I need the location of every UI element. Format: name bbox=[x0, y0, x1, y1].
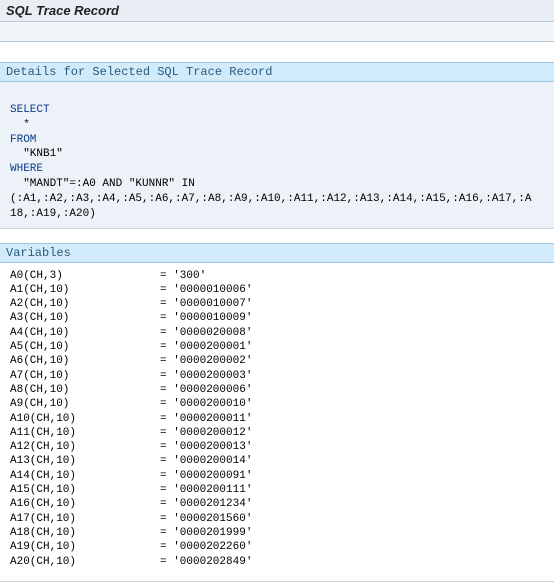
variable-row: A5(CH,10)= '0000200001' bbox=[10, 340, 544, 354]
variable-name: A5(CH,10) bbox=[10, 340, 160, 354]
variable-value: = '0000020008' bbox=[160, 326, 544, 340]
variable-name: A15(CH,10) bbox=[10, 483, 160, 497]
variable-row: A10(CH,10)= '0000200011' bbox=[10, 412, 544, 426]
variable-name: A1(CH,10) bbox=[10, 283, 160, 297]
spacer bbox=[0, 42, 554, 62]
sql-from-table: "KNB1" bbox=[10, 148, 63, 160]
variable-row: A3(CH,10)= '0000010009' bbox=[10, 311, 544, 325]
variable-name: A20(CH,10) bbox=[10, 555, 160, 569]
variable-value: = '0000202849' bbox=[160, 555, 544, 569]
variables-section-header: Variables bbox=[0, 243, 554, 263]
variable-row: A0(CH,3)= '300' bbox=[10, 269, 544, 283]
variable-name: A11(CH,10) bbox=[10, 426, 160, 440]
variable-value: = '0000010009' bbox=[160, 311, 544, 325]
variable-name: A10(CH,10) bbox=[10, 412, 160, 426]
variable-value: = '0000200091' bbox=[160, 469, 544, 483]
variable-row: A7(CH,10)= '0000200003' bbox=[10, 369, 544, 383]
variable-value: = '0000200006' bbox=[160, 383, 544, 397]
variable-value: = '0000200013' bbox=[160, 440, 544, 454]
variable-name: A7(CH,10) bbox=[10, 369, 160, 383]
variable-value: = '0000010007' bbox=[160, 297, 544, 311]
variable-name: A13(CH,10) bbox=[10, 454, 160, 468]
variable-value: = '0000202260' bbox=[160, 540, 544, 554]
sql-from-kw: FROM bbox=[10, 134, 36, 146]
variable-name: A6(CH,10) bbox=[10, 354, 160, 368]
variable-value: = '0000201560' bbox=[160, 512, 544, 526]
sql-statement: SELECT * FROM "KNB1" WHERE "MANDT"=:A0 A… bbox=[0, 82, 554, 229]
variable-name: A9(CH,10) bbox=[10, 397, 160, 411]
variable-row: A8(CH,10)= '0000200006' bbox=[10, 383, 544, 397]
variable-name: A18(CH,10) bbox=[10, 526, 160, 540]
variable-value: = '0000200111' bbox=[160, 483, 544, 497]
variable-row: A4(CH,10)= '0000020008' bbox=[10, 326, 544, 340]
variable-name: A2(CH,10) bbox=[10, 297, 160, 311]
variable-name: A19(CH,10) bbox=[10, 540, 160, 554]
variable-row: A20(CH,10)= '0000202849' bbox=[10, 555, 544, 569]
variable-row: A19(CH,10)= '0000202260' bbox=[10, 540, 544, 554]
toolbar bbox=[0, 22, 554, 42]
variables-section-title: Variables bbox=[6, 246, 71, 260]
variable-name: A17(CH,10) bbox=[10, 512, 160, 526]
variable-row: A17(CH,10)= '0000201560' bbox=[10, 512, 544, 526]
details-section-header: Details for Selected SQL Trace Record bbox=[0, 62, 554, 82]
window-titlebar: SQL Trace Record bbox=[0, 0, 554, 22]
variable-value: = '0000201234' bbox=[160, 497, 544, 511]
variable-row: A13(CH,10)= '0000200014' bbox=[10, 454, 544, 468]
variable-name: A8(CH,10) bbox=[10, 383, 160, 397]
variable-row: A11(CH,10)= '0000200012' bbox=[10, 426, 544, 440]
window-title: SQL Trace Record bbox=[6, 3, 119, 18]
variable-name: A3(CH,10) bbox=[10, 311, 160, 325]
variables-list: A0(CH,3)= '300'A1(CH,10)= '0000010006'A2… bbox=[0, 263, 554, 581]
details-section-title: Details for Selected SQL Trace Record bbox=[6, 65, 272, 79]
variable-row: A18(CH,10)= '0000201999' bbox=[10, 526, 544, 540]
variable-row: A16(CH,10)= '0000201234' bbox=[10, 497, 544, 511]
variable-row: A15(CH,10)= '0000200111' bbox=[10, 483, 544, 497]
variable-row: A14(CH,10)= '0000200091' bbox=[10, 469, 544, 483]
sql-where-line2: (:A1,:A2,:A3,:A4,:A5,:A6,:A7,:A8,:A9,:A1… bbox=[10, 193, 532, 205]
variable-value: = '0000201999' bbox=[160, 526, 544, 540]
variable-name: A14(CH,10) bbox=[10, 469, 160, 483]
variable-value: = '300' bbox=[160, 269, 544, 283]
sql-where-line1: "MANDT"=:A0 AND "KUNNR" IN bbox=[10, 178, 195, 190]
variable-value: = '0000010006' bbox=[160, 283, 544, 297]
variable-name: A0(CH,3) bbox=[10, 269, 160, 283]
variable-row: A9(CH,10)= '0000200010' bbox=[10, 397, 544, 411]
sql-select-cols: * bbox=[10, 119, 30, 131]
variable-value: = '0000200014' bbox=[160, 454, 544, 468]
variable-row: A6(CH,10)= '0000200002' bbox=[10, 354, 544, 368]
variable-value: = '0000200001' bbox=[160, 340, 544, 354]
variable-value: = '0000200012' bbox=[160, 426, 544, 440]
variable-row: A1(CH,10)= '0000010006' bbox=[10, 283, 544, 297]
variable-value: = '0000200002' bbox=[160, 354, 544, 368]
variable-name: A4(CH,10) bbox=[10, 326, 160, 340]
sql-where-kw: WHERE bbox=[10, 163, 43, 175]
sql-where-line3: 18,:A19,:A20) bbox=[10, 208, 96, 220]
variable-name: A12(CH,10) bbox=[10, 440, 160, 454]
variable-name: A16(CH,10) bbox=[10, 497, 160, 511]
variable-row: A12(CH,10)= '0000200013' bbox=[10, 440, 544, 454]
sql-select-kw: SELECT bbox=[10, 104, 50, 116]
variable-value: = '0000200003' bbox=[160, 369, 544, 383]
variable-value: = '0000200011' bbox=[160, 412, 544, 426]
variable-value: = '0000200010' bbox=[160, 397, 544, 411]
variable-row: A2(CH,10)= '0000010007' bbox=[10, 297, 544, 311]
